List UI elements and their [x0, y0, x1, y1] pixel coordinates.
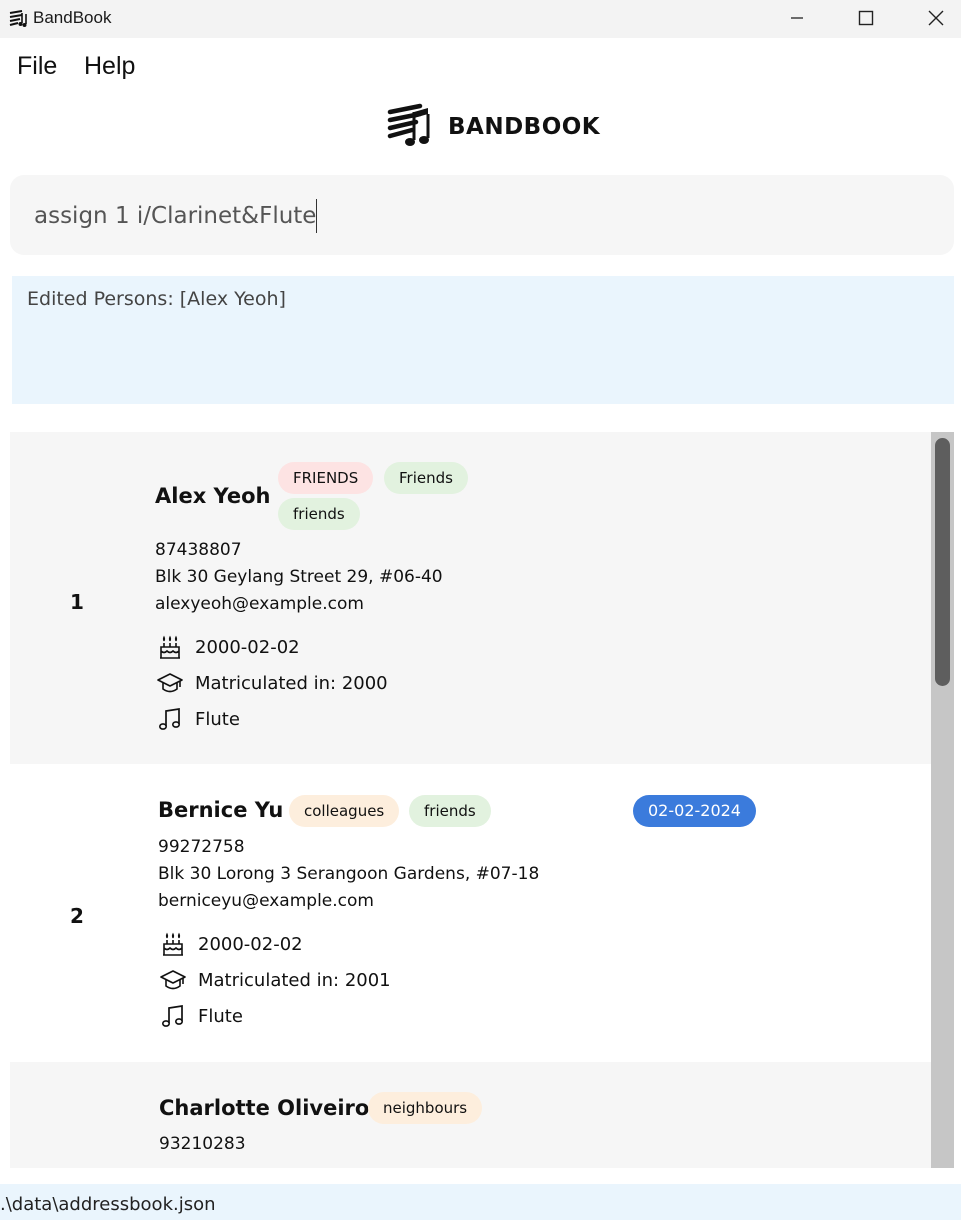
tag: Friends — [384, 462, 468, 494]
tag: friends — [409, 795, 491, 827]
save-location-path: .\data\addressbook.json — [0, 1194, 216, 1215]
birthday-row: 2000-02-02 — [160, 931, 303, 957]
person-email: alexyeoh@example.com — [155, 594, 364, 614]
command-box — [10, 175, 954, 255]
graduation-cap-icon — [160, 970, 186, 990]
person-card[interactable]: 2 Bernice Yu colleagues friends 02-02-20… — [10, 764, 931, 1062]
close-icon — [928, 10, 944, 26]
person-birthday: 2000-02-02 — [198, 933, 303, 955]
person-matriculation: Matriculated in: 2001 — [198, 969, 391, 991]
person-name: Alex Yeoh — [155, 484, 271, 508]
music-note-icon — [161, 1005, 184, 1027]
person-card[interactable]: 1 Alex Yeoh FRIENDS Friends friends 8743… — [10, 432, 931, 764]
matriculation-row: Matriculated in: 2001 — [160, 967, 391, 993]
music-note-icon — [158, 708, 181, 730]
menu-help[interactable]: Help — [84, 52, 135, 81]
person-birthday: 2000-02-02 — [195, 636, 300, 658]
person-phone: 93210283 — [159, 1134, 246, 1154]
result-display: Edited Persons: [Alex Yeoh] — [12, 276, 954, 404]
tag: FRIENDS — [278, 462, 374, 494]
instrument-row: Flute — [160, 1003, 243, 1029]
person-address: Blk 30 Lorong 3 Serangoon Gardens, #07-1… — [158, 864, 540, 884]
minimize-icon — [791, 17, 803, 19]
menu-bar: File Help — [0, 40, 961, 92]
bandbook-logo: BANDBOOK — [386, 102, 600, 152]
close-button[interactable] — [913, 0, 959, 36]
tag: friends — [278, 498, 360, 530]
logo-text: BANDBOOK — [448, 114, 601, 140]
person-name: Bernice Yu — [158, 798, 284, 822]
status-bar: .\data\addressbook.json — [0, 1184, 961, 1220]
menu-file[interactable]: File — [17, 52, 57, 81]
tag: neighbours — [368, 1092, 483, 1124]
person-card[interactable]: Charlotte Oliveiro neighbours 93210283 — [10, 1062, 931, 1168]
minimize-button[interactable] — [774, 0, 820, 36]
person-email: berniceyu@example.com — [158, 891, 374, 911]
person-index: 2 — [70, 904, 84, 928]
command-input[interactable] — [34, 197, 914, 235]
birthday-cake-icon — [163, 932, 183, 956]
birthday-row: 2000-02-02 — [157, 634, 300, 660]
date-badge: 02-02-2024 — [633, 795, 756, 827]
title-bar: BandBook — [0, 0, 961, 38]
person-instrument: Flute — [195, 708, 240, 730]
text-caret — [316, 199, 317, 233]
instrument-row: Flute — [157, 706, 240, 732]
person-instrument: Flute — [198, 1005, 243, 1027]
scrollbar-thumb[interactable] — [935, 438, 950, 686]
person-matriculation: Matriculated in: 2000 — [195, 672, 388, 694]
graduation-cap-icon — [157, 673, 183, 693]
person-list[interactable]: 1 Alex Yeoh FRIENDS Friends friends 8743… — [10, 432, 954, 1168]
matriculation-row: Matriculated in: 2000 — [157, 670, 388, 696]
result-message: Edited Persons: [Alex Yeoh] — [27, 288, 286, 310]
window-title: BandBook — [33, 8, 112, 27]
birthday-cake-icon — [160, 635, 180, 659]
maximize-icon — [858, 10, 874, 26]
tag: colleagues — [289, 795, 400, 827]
bandbook-music-logo-icon — [387, 103, 430, 146]
person-phone: 87438807 — [155, 540, 242, 560]
person-name: Charlotte Oliveiro — [159, 1096, 370, 1120]
app-logo-icon — [9, 10, 27, 27]
person-address: Blk 30 Geylang Street 29, #06-40 — [155, 567, 443, 587]
person-index: 1 — [70, 590, 84, 614]
person-phone: 99272758 — [158, 837, 245, 857]
maximize-button[interactable] — [843, 0, 889, 36]
